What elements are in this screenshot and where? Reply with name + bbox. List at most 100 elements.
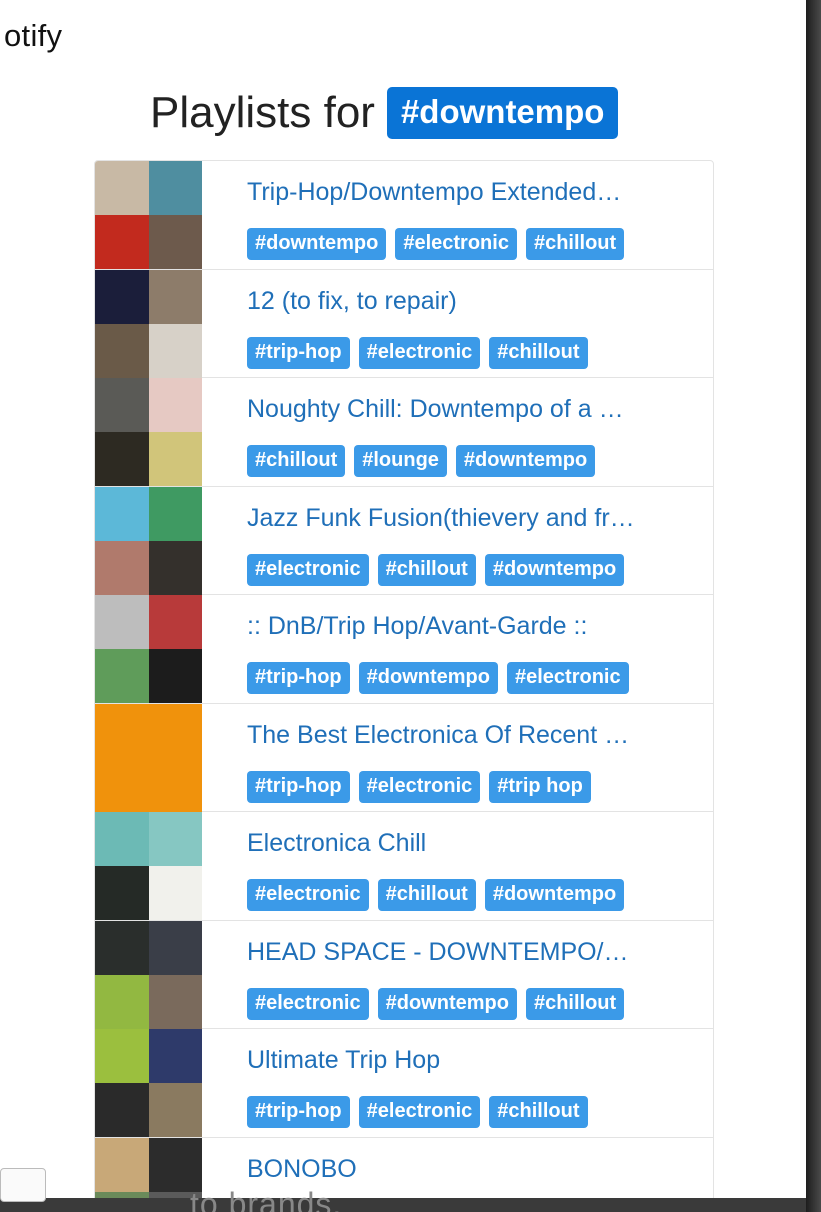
genre-tag[interactable]: #downtempo (484, 553, 625, 586)
cover-tile (148, 866, 202, 920)
cover-tile (95, 595, 149, 649)
genre-tag[interactable]: #electronic (358, 1096, 481, 1128)
playlist-cover-image[interactable] (95, 161, 202, 269)
cover-tile (148, 432, 202, 486)
cover-tile (95, 540, 149, 595)
playlist-row[interactable]: Ultimate Trip Hop #trip-hop #electronic #ch… (95, 1029, 713, 1138)
playlist-row[interactable]: The Best Electronica Of Recent … #trip-ho… (95, 703, 713, 812)
cover-tile (95, 378, 149, 432)
playlist-row[interactable]: HEAD SPACE - DOWNTEMPO/… #electronic #down… (95, 920, 713, 1029)
cover-tile (95, 432, 149, 486)
playlist-tags: #trip-hop #electronic #chillout (247, 336, 588, 369)
window-edge (806, 0, 821, 1212)
playlist-row[interactable]: Electronica Chill #electronic #chillout #do… (95, 812, 713, 921)
playlist-cover-image[interactable] (95, 812, 202, 920)
genre-tag[interactable]: #chillout (489, 1096, 588, 1128)
app-name: otify (4, 18, 63, 53)
playlist-tags: #trip-hop #downtempo #electronic (247, 662, 629, 694)
genre-tag[interactable]: #electronic (247, 553, 369, 586)
genre-tag[interactable]: #chillout (525, 228, 625, 260)
genre-tag[interactable]: #trip-hop (247, 1096, 350, 1128)
genre-tag[interactable]: #downtempo (247, 228, 387, 260)
cover-tile (148, 161, 202, 215)
cover-tile (148, 649, 202, 703)
playlist-row[interactable]: Noughty Chill: Downtempo of a … #chillout… (95, 378, 713, 487)
genre-tag[interactable]: #chillout (525, 987, 625, 1020)
playlist-row[interactable]: 12 (to fix, to repair) #trip-hop #electron… (95, 269, 713, 378)
genre-tag[interactable]: #downtempo (455, 445, 596, 477)
playlist-cover-image[interactable] (95, 1137, 202, 1198)
page-heading: Playlists for #downtempo (150, 84, 619, 142)
playlist-row[interactable]: :: DnB/Trip Hop/Avant-Garde :: #trip-hop #… (95, 595, 713, 704)
genre-tag[interactable]: #trip-hop (247, 662, 350, 694)
cover-tile (95, 649, 149, 703)
genre-tag[interactable]: #electronic (358, 770, 481, 803)
genre-tag[interactable]: #trip-hop (247, 336, 350, 369)
cover-tile (148, 595, 202, 649)
cover-tile (95, 1083, 149, 1137)
playlist-tags: #chillout #lounge #downtempo (247, 445, 596, 477)
cover-tile (148, 920, 202, 975)
playlist-tags: #electronic #chillout #downtempo (247, 553, 625, 586)
playlist-list: Trip-Hop/Downtempo Extended… #downtempo #e… (94, 160, 714, 1198)
genre-tag[interactable]: #downtempo (358, 662, 498, 694)
cover-tile (95, 486, 149, 541)
genre-tag[interactable]: #electronic (358, 336, 481, 369)
cover-tile (95, 812, 149, 866)
playlist-title-link[interactable]: The Best Electronica Of Recent … (247, 721, 687, 750)
genre-tag[interactable]: #chillout (489, 336, 588, 369)
cover-tile (95, 866, 149, 920)
playlist-title-link[interactable]: Ultimate Trip Hop (247, 1046, 687, 1075)
cover-tile (148, 540, 202, 595)
playlist-row[interactable]: Jazz Funk Fusion(thievery and fr… #electr… (95, 486, 713, 595)
playlist-cover-image[interactable] (95, 920, 202, 1029)
playlist-title-link[interactable]: BONOBO (247, 1155, 687, 1184)
playlist-tags: #downtempo #electronic #chillout (247, 228, 625, 260)
heading-tag-badge[interactable]: #downtempo (386, 87, 619, 139)
cover-tile (148, 215, 202, 269)
playlist-cover-image[interactable] (95, 703, 202, 812)
cover-tile (95, 323, 149, 378)
playlist-title-link[interactable]: Jazz Funk Fusion(thievery and fr… (247, 504, 687, 533)
playlist-title-link[interactable]: :: DnB/Trip Hop/Avant-Garde :: (247, 612, 687, 641)
playlist-title-link[interactable]: 12 (to fix, to repair) (247, 287, 687, 316)
genre-tag[interactable]: #electronic (395, 228, 517, 260)
genre-tag[interactable]: #chillout (377, 879, 476, 911)
genre-tag[interactable]: #downtempo (377, 987, 517, 1020)
playlist-cover-image[interactable] (95, 378, 202, 486)
page-title: Playlists for (150, 88, 375, 137)
genre-tag[interactable]: #downtempo (484, 879, 625, 911)
cover-tile (148, 1083, 202, 1137)
cover-tile (148, 1029, 202, 1083)
playlist-row[interactable]: Trip-Hop/Downtempo Extended… #downtempo #e… (95, 161, 713, 270)
genre-tag[interactable]: #lounge (354, 445, 447, 477)
playlist-title-link[interactable]: Trip-Hop/Downtempo Extended… (247, 178, 687, 207)
genre-tag[interactable]: #trip-hop (247, 770, 350, 803)
genre-tag[interactable]: #chillout (377, 553, 476, 586)
cover-tile (95, 1137, 149, 1192)
main-panel: otify Playlists for #downtempo Trip-Hop/… (0, 0, 806, 1198)
playlist-cover-image[interactable] (95, 595, 202, 703)
playlist-title-link[interactable]: Electronica Chill (247, 829, 687, 858)
playlist-cover-image[interactable] (95, 1029, 202, 1137)
playlist-row[interactable]: BONOBO (95, 1137, 713, 1198)
bottom-input-field[interactable] (0, 1168, 46, 1202)
playlist-tags: #electronic #downtempo #chillout (247, 987, 625, 1020)
genre-tag[interactable]: #electronic (247, 879, 369, 911)
genre-tag[interactable]: #electronic (247, 987, 369, 1020)
cover-tile (95, 920, 149, 975)
genre-tag[interactable]: #electronic (507, 662, 629, 694)
playlist-title-link[interactable]: HEAD SPACE - DOWNTEMPO/… (247, 938, 687, 967)
cover-tile (148, 486, 202, 541)
cover-tile (95, 703, 202, 812)
playlist-title-link[interactable]: Noughty Chill: Downtempo of a … (247, 395, 687, 424)
genre-tag[interactable]: #chillout (247, 445, 346, 477)
playlist-cover-image[interactable] (95, 486, 202, 595)
playlist-tags: #trip-hop #electronic #trip hop (247, 770, 591, 803)
footer-partial-text: to brands. (190, 1186, 343, 1212)
cover-tile (95, 974, 149, 1029)
genre-tag[interactable]: #trip hop (489, 770, 591, 803)
playlist-cover-image[interactable] (95, 269, 202, 378)
cover-tile (95, 1191, 149, 1198)
playlist-tags: #trip-hop #electronic #chillout (247, 1096, 588, 1128)
